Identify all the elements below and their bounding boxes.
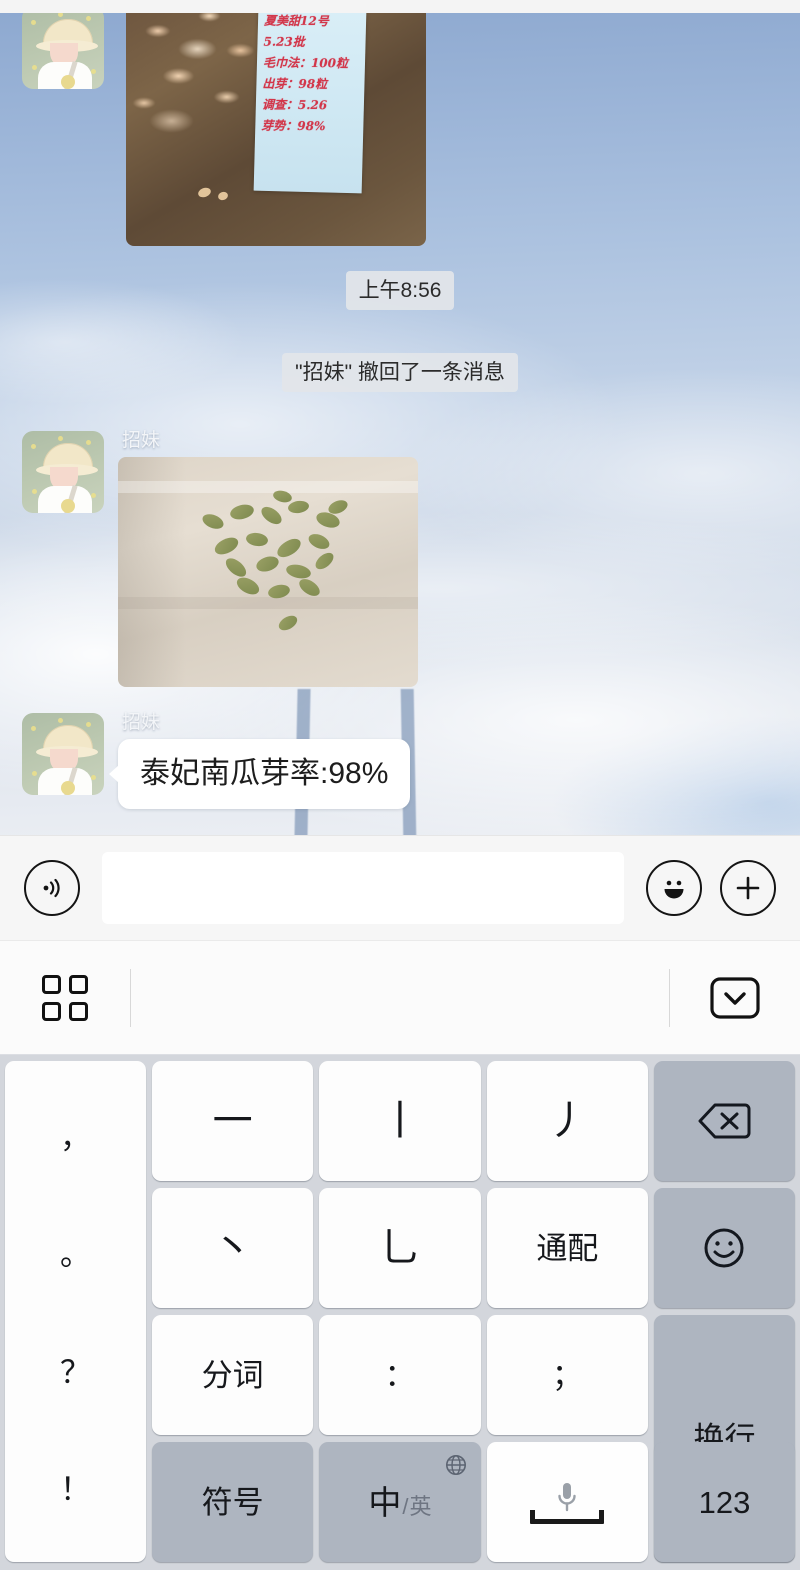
punct-comma: ， [60, 1120, 91, 1156]
backspace-icon [698, 1103, 751, 1139]
punct-question: ？ [60, 1354, 91, 1390]
chat-message-list[interactable]: 夏美甜12号 5.23批 毛巾法：100粒 出芽：98粒 调查：5.26 芽势：… [0, 13, 800, 835]
status-strip [0, 0, 800, 13]
backspace-key[interactable] [653, 1061, 795, 1181]
punct-period: 。 [60, 1237, 91, 1273]
semicolon-key[interactable]: ； [486, 1315, 648, 1435]
punct-exclaim: ！ [60, 1471, 91, 1507]
numbers-key[interactable]: 123 [653, 1442, 795, 1562]
plus-circle-icon[interactable] [720, 860, 776, 916]
message-image-sprout-note[interactable]: 夏美甜12号 5.23批 毛巾法：100粒 出芽：98粒 调查：5.26 芽势：… [126, 13, 426, 246]
note-line: 调查：5.26 [261, 97, 328, 113]
note-line: 5.23批 [263, 34, 305, 49]
word-split-key[interactable]: 分词 [152, 1315, 314, 1435]
note-line: 毛巾法：100粒 [262, 55, 349, 71]
stroke-dian-key[interactable]: 丶 [152, 1188, 314, 1308]
keyboard-toolbar [0, 940, 800, 1055]
chevron-down-boxed-icon [710, 976, 760, 1019]
lang-en-label: 英 [409, 1493, 432, 1519]
seed-a [196, 186, 213, 199]
chat-screen: 夏美甜12号 5.23批 毛巾法：100粒 出芽：98粒 调查：5.26 芽势：… [0, 0, 800, 1570]
wildcard-key[interactable]: 通配 [486, 1188, 648, 1308]
note-line: 夏美甜12号 [264, 13, 329, 29]
symbols-key[interactable]: 符号 [152, 1442, 314, 1562]
grid-apps-icon [42, 974, 88, 1021]
message-input-bar [0, 835, 800, 940]
emoji-smile-icon[interactable] [646, 860, 702, 916]
punctuation-key[interactable]: ， 。 ？ ！ [5, 1061, 146, 1562]
smiley-icon [704, 1228, 744, 1268]
time-divider: 上午8:56 [0, 271, 800, 311]
note-line: 出芽：98粒 [262, 76, 328, 92]
sender-name: 招妹 [122, 712, 161, 733]
system-notice: "招妹" 撤回了一条消息 [0, 353, 800, 393]
panel-button[interactable] [0, 974, 130, 1021]
handwritten-note: 夏美甜12号 5.23批 毛巾法：100粒 出芽：98粒 调查：5.26 芽势：… [253, 13, 367, 194]
space-bar-indicator [530, 1509, 605, 1524]
message-input-field[interactable] [102, 852, 624, 924]
colon-key[interactable]: ： [319, 1315, 481, 1435]
system-notice-label: "招妹" 撤回了一条消息 [282, 353, 518, 393]
stroke-pie-key[interactable]: 丿 [486, 1061, 648, 1181]
voice-wave-icon[interactable] [24, 860, 80, 916]
message-bubble-text[interactable]: 泰妃南瓜芽率:98% [108, 739, 411, 809]
lang-separator: / [402, 1493, 409, 1519]
stroke-zhe-key[interactable]: 乚 [319, 1188, 481, 1308]
seed-b [216, 190, 230, 202]
sender-name: 招妹 [122, 430, 161, 451]
time-divider-label: 上午8:56 [345, 271, 455, 311]
avatar[interactable] [22, 13, 104, 89]
message-image-seeds[interactable] [118, 457, 418, 687]
message-row-text[interactable]: 招妹 泰妃南瓜芽率:98% [22, 712, 411, 809]
towel-seam [118, 481, 418, 493]
emoji-key[interactable] [653, 1188, 795, 1308]
toolbar-divider-left [130, 968, 131, 1027]
note-line: 芽势：98% [261, 118, 326, 134]
microphone-icon [558, 1482, 577, 1511]
stroke-heng-key[interactable]: 一 [152, 1061, 314, 1181]
avatar[interactable] [22, 431, 104, 513]
avatar[interactable] [22, 713, 104, 795]
language-toggle-key[interactable]: 中 / 英 [319, 1442, 481, 1562]
globe-icon [445, 1455, 466, 1475]
stroke-shu-key[interactable]: 丨 [319, 1061, 481, 1181]
collapse-keyboard-button[interactable] [670, 976, 800, 1019]
towel-seam [118, 597, 418, 609]
stroke-input-keyboard: ， 。 ？ ！ 一 丨 丿 丶 乚 通配 分词 ： ； 换行 符号 中 / 英 … [0, 1055, 800, 1570]
message-row-photo-seeds[interactable]: 招妹 [22, 431, 418, 687]
lang-cn-label: 中 [368, 1483, 402, 1521]
message-row-photo-top[interactable] [22, 13, 104, 89]
space-voice-key[interactable] [486, 1442, 648, 1562]
